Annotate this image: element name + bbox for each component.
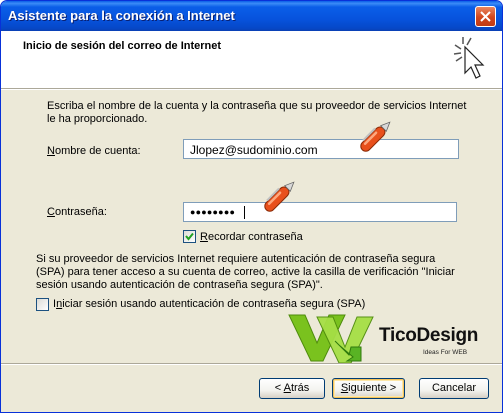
password-label: Contraseña:	[47, 206, 107, 218]
intro-text-line1: Escriba el nombre de la cuenta y la cont…	[47, 100, 467, 112]
spa-text-line2: (SPA) para tener acceso a su cuenta de c…	[36, 266, 455, 278]
logo-name: TicoDesign	[379, 325, 479, 346]
spa-text-line3: sesión usando autenticación de contraseñ…	[36, 279, 323, 291]
window-title: Asistente para la conexión a Internet	[8, 8, 235, 23]
text-caret	[244, 206, 245, 219]
wizard-header: Inicio de sesión del correo de Internet	[1, 31, 502, 88]
account-name-input[interactable]: Jlopez@sudominio.com	[183, 139, 459, 159]
wizard-window: Asistente para la conexión a Internet In…	[0, 0, 503, 413]
remember-password-label[interactable]: Recordar contraseña	[200, 231, 303, 244]
checkmark-icon	[185, 232, 194, 241]
close-icon	[480, 11, 491, 22]
pen-icon-password	[264, 181, 295, 212]
back-button[interactable]: < Atrás	[259, 378, 325, 399]
cancel-button[interactable]: Cancelar	[419, 378, 489, 399]
intro-text-line2: le ha proporcionado.	[47, 113, 148, 125]
title-bar[interactable]: Asistente para la conexión a Internet	[1, 1, 502, 31]
pen-icon	[360, 121, 391, 152]
account-name-label: Nombre de cuenta:	[47, 145, 141, 157]
remember-password-checkbox[interactable]	[183, 230, 196, 243]
footer-divider-highlight	[1, 364, 502, 365]
cursor-sparkle-icon	[453, 37, 485, 79]
next-button[interactable]: Siguiente >	[332, 378, 405, 399]
close-button[interactable]	[475, 6, 496, 27]
password-input[interactable]: ●●●●●●●●	[183, 202, 457, 222]
page-title: Inicio de sesión del correo de Internet	[23, 40, 222, 52]
header-divider-highlight	[1, 89, 502, 90]
spa-checkbox[interactable]	[36, 298, 49, 311]
logo-tagline: Ideas For WEB	[423, 349, 468, 356]
password-value: ●●●●●●●●	[190, 207, 236, 217]
spa-text-line1: Si su proveedor de servicios Internet re…	[36, 253, 436, 265]
account-name-value: Jlopez@sudominio.com	[190, 143, 318, 157]
